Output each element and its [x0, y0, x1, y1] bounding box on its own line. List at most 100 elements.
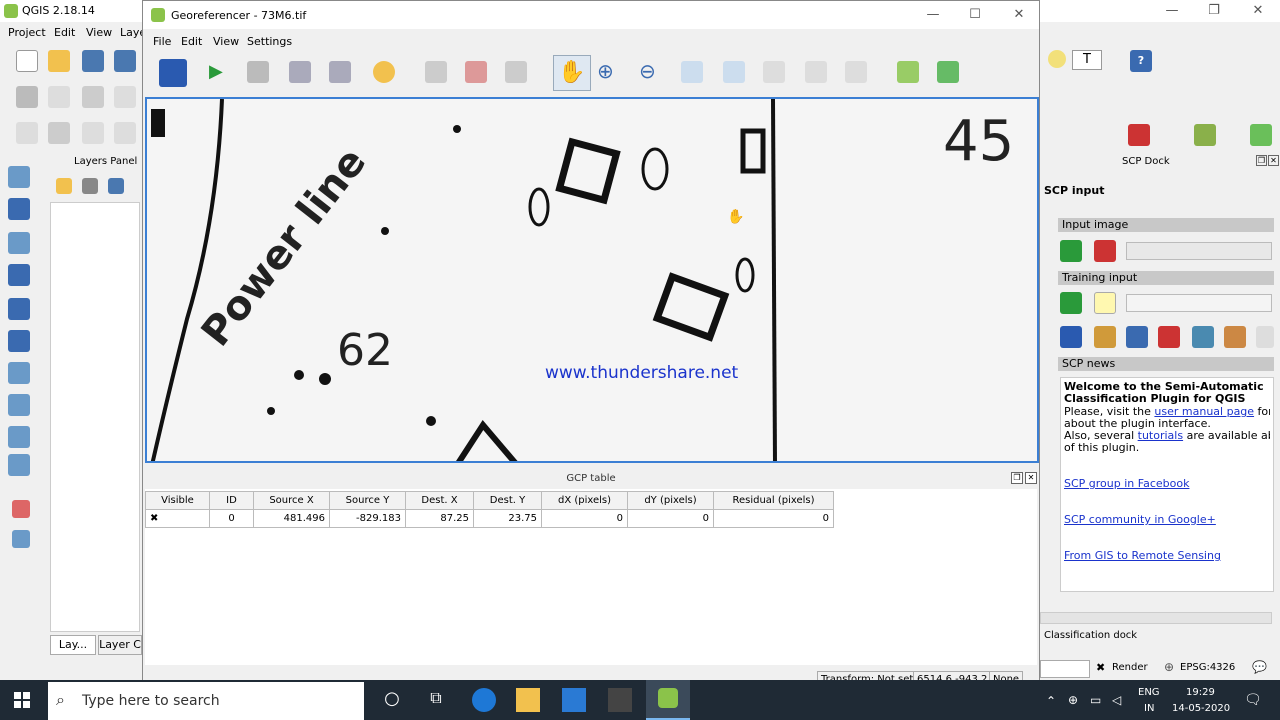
battery-icon[interactable]: ▭	[1090, 693, 1101, 707]
render-checkbox-icon[interactable]: ✖	[1096, 661, 1105, 674]
layers-tree[interactable]	[50, 202, 140, 632]
georef-menu-settings[interactable]: Settings	[247, 35, 292, 48]
full-histogram-icon[interactable]	[937, 61, 959, 83]
save-project-icon[interactable]	[82, 50, 104, 72]
move-gcp-icon[interactable]	[505, 61, 527, 83]
facebook-link[interactable]: SCP group in Facebook	[1064, 478, 1270, 490]
crs-button[interactable]: EPSG:4326	[1180, 662, 1235, 673]
gcp-source-y[interactable]: -829.183	[329, 509, 406, 528]
scale-field[interactable]	[1040, 660, 1090, 678]
delete-selected-icon[interactable]	[48, 122, 70, 144]
tab-layer-order[interactable]: Layer C	[98, 635, 142, 655]
scp-horizontal-scrollbar[interactable]	[1040, 612, 1272, 624]
taskbar-search-box[interactable]: ⌕ Type here to search	[48, 682, 364, 720]
generate-gdal-script-icon[interactable]	[247, 61, 269, 83]
gis-remote-sensing-link[interactable]: From GIS to Remote Sensing	[1064, 550, 1270, 562]
about-icon[interactable]	[1256, 326, 1274, 348]
preprocess-icon[interactable]	[1094, 326, 1116, 348]
input-image-combo[interactable]	[1126, 242, 1272, 260]
file-explorer-icon[interactable]	[516, 688, 540, 712]
undo-icon[interactable]	[82, 122, 104, 144]
annotation-icon[interactable]	[1048, 50, 1066, 68]
georef-menu-file[interactable]: File	[153, 35, 171, 48]
volume-icon[interactable]: ◁	[1112, 693, 1121, 707]
col-visible[interactable]: Visible	[145, 491, 210, 510]
digitize-icon[interactable]	[16, 122, 38, 144]
add-wms-icon[interactable]	[8, 298, 30, 320]
col-dest-x[interactable]: Dest. X	[405, 491, 474, 510]
qgis-restore-button[interactable]: ❐	[1192, 0, 1236, 22]
open-layer-styling-icon[interactable]	[56, 178, 72, 194]
import-icon[interactable]	[1126, 326, 1148, 348]
language-label[interactable]: ENG	[1138, 687, 1160, 698]
qgis-close-button[interactable]: ✕	[1236, 0, 1280, 22]
task-view-icon[interactable]: ⧉	[424, 688, 448, 712]
band-calc-icon[interactable]	[1192, 326, 1214, 348]
zoom-last-icon[interactable]	[723, 61, 745, 83]
add-feature-icon[interactable]	[114, 86, 136, 108]
add-wfs-icon[interactable]	[8, 330, 30, 352]
cortana-icon[interactable]: ○	[380, 688, 404, 712]
georef-point-icon[interactable]	[12, 500, 30, 518]
manage-visibility-icon[interactable]	[108, 178, 124, 194]
qgis-minimize-button[interactable]: —	[1150, 0, 1194, 22]
add-point-icon[interactable]	[425, 61, 447, 83]
notifications-icon[interactable]: 🗨	[1244, 692, 1262, 708]
open-training-icon[interactable]	[1060, 292, 1082, 314]
tray-chevron-icon[interactable]: ⌃	[1046, 694, 1056, 708]
menu-view[interactable]: View	[86, 26, 112, 39]
save-edits-icon[interactable]	[82, 86, 104, 108]
visible-checkbox[interactable]: ✖	[145, 509, 210, 528]
add-delimited-text-icon[interactable]	[8, 394, 30, 416]
georef-minimize-button[interactable]: —	[911, 4, 955, 26]
col-id[interactable]: ID	[209, 491, 254, 510]
settings-tools-icon[interactable]	[1224, 326, 1246, 348]
gcp-source-x[interactable]: 481.496	[253, 509, 330, 528]
store-icon[interactable]	[608, 688, 632, 712]
scp-tool-icon[interactable]	[12, 530, 30, 548]
zoom-next-icon[interactable]	[763, 61, 785, 83]
georef-menu-view[interactable]: View	[213, 35, 239, 48]
region-label[interactable]: IN	[1144, 703, 1154, 714]
new-layer-icon[interactable]	[8, 362, 30, 384]
link-qgis-to-georef-icon[interactable]	[845, 61, 867, 83]
col-dx[interactable]: dX (pixels)	[541, 491, 628, 510]
add-spatialite-icon[interactable]	[8, 264, 30, 286]
add-raster-layer-icon[interactable]	[8, 198, 30, 220]
save-gcp-icon[interactable]	[329, 61, 351, 83]
clock-date[interactable]: 14-05-2020	[1172, 703, 1230, 714]
georef-close-button[interactable]: ✕	[997, 4, 1041, 26]
add-vector-layer-icon[interactable]	[8, 166, 30, 188]
zoom-in-icon[interactable]: ⊕	[597, 59, 614, 83]
tutorials-link[interactable]: tutorials	[1138, 430, 1183, 442]
dock-close-button[interactable]: ✕	[1268, 155, 1279, 166]
col-source-x[interactable]: Source X	[253, 491, 330, 510]
save-as-icon[interactable]	[114, 50, 136, 72]
text-annotation-icon[interactable]: T	[1072, 50, 1102, 70]
georef-menu-edit[interactable]: Edit	[181, 35, 202, 48]
google-plus-link[interactable]: SCP community in Google+	[1064, 514, 1270, 526]
open-image-icon[interactable]	[1060, 240, 1082, 262]
add-postgis-icon[interactable]	[8, 232, 30, 254]
gcp-float-button[interactable]: ❐	[1011, 472, 1023, 484]
transformation-settings-icon[interactable]	[373, 61, 395, 83]
local-histogram-icon[interactable]	[897, 61, 919, 83]
menu-edit[interactable]: Edit	[54, 26, 75, 39]
edge-icon[interactable]	[472, 688, 496, 712]
qgis-taskbar-button[interactable]	[646, 680, 690, 720]
georef-map-canvas[interactable]: Power line 62 45 www.thundershare.net ✋	[145, 97, 1039, 463]
add-gps-icon[interactable]	[8, 454, 30, 476]
pan-icon[interactable]: ✋	[553, 55, 591, 91]
new-project-icon[interactable]	[16, 50, 38, 72]
scp-band-set-icon[interactable]	[1128, 124, 1150, 146]
gcp-dest-y[interactable]: 23.75	[473, 509, 542, 528]
toggle-edit-icon[interactable]	[48, 86, 70, 108]
export-icon[interactable]	[1158, 326, 1180, 348]
open-raster-icon[interactable]	[159, 59, 187, 87]
menu-project[interactable]: Project	[8, 26, 46, 39]
add-virtual-layer-icon[interactable]	[8, 426, 30, 448]
add-group-icon[interactable]	[82, 178, 98, 194]
band-set-icon[interactable]	[1094, 240, 1116, 262]
mail-icon[interactable]	[562, 688, 586, 712]
start-georeferencing-icon[interactable]: ▶	[209, 61, 223, 82]
